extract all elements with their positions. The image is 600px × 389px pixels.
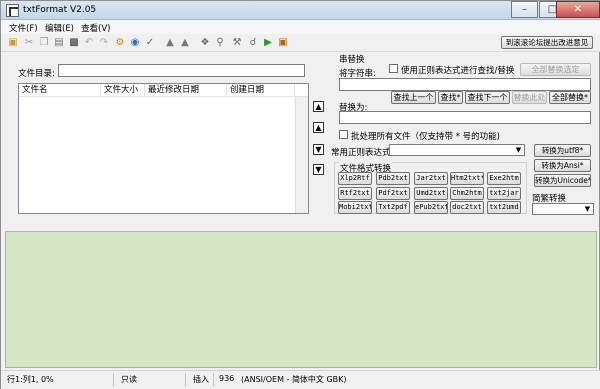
output-text-area[interactable] — [5, 231, 597, 368]
fmt-chm2htm-button[interactable]: Chm2htm — [450, 187, 484, 200]
tool-icon[interactable]: ❖ — [199, 37, 211, 49]
file-list[interactable]: 文件名 文件大小 最近修改日期 创建日期 — [18, 83, 309, 214]
run-icon[interactable]: ▶ — [262, 37, 274, 49]
simp-trad-select[interactable]: ▼ — [532, 203, 594, 215]
move-up-button[interactable]: ▲ — [313, 122, 324, 133]
replace-group-label: 串替换 — [339, 55, 365, 65]
replace-input[interactable] — [339, 111, 591, 124]
col-modified[interactable]: 最近修改日期 — [145, 84, 227, 97]
regex-common-label: 常用正则表达式 — [331, 148, 391, 158]
menu-edit[interactable]: 编辑(E) — [45, 22, 74, 34]
fmt-txt2pdf-button[interactable]: Txt2pdf — [376, 201, 410, 214]
status-separator — [213, 373, 214, 387]
status-position: 行1:列1, 0% — [7, 375, 54, 384]
file-list-header: 文件名 文件大小 最近修改日期 创建日期 — [19, 84, 308, 97]
batch-checkbox[interactable] — [339, 130, 348, 139]
title-bar: txtFormat V2.05 – □ ✕ — [1, 1, 600, 20]
regex-check-label: 使用正则表达式进行查找/替换 — [401, 66, 515, 76]
chevron-down-icon: ▼ — [515, 146, 522, 154]
fmt-jar2txt-button[interactable]: Jar2txt — [414, 172, 448, 185]
checkmark-icon[interactable]: ✓ — [144, 37, 156, 49]
fmt-umd2txt-button[interactable]: Umd2txt — [414, 187, 448, 200]
redo-icon[interactable]: ↷ — [98, 37, 110, 49]
key-icon[interactable]: ⚲ — [214, 37, 226, 49]
wrench-icon[interactable]: ⚒ — [231, 37, 243, 49]
dir-input[interactable] — [58, 64, 305, 77]
replace-all-selected-button[interactable]: 全部替换选定 — [520, 63, 591, 76]
status-insert: 插入 — [193, 375, 209, 384]
fmt-mobi2txt-button[interactable]: Mobi2txt — [338, 201, 372, 214]
to-utf8-button[interactable]: 转换为utf8* — [534, 144, 591, 157]
fmt-rtf2txt-button[interactable]: Rtf2txt — [338, 187, 372, 200]
move-down-button[interactable]: ▼ — [313, 144, 324, 155]
status-separator — [185, 373, 186, 387]
replace-here-button[interactable]: 替换此处 — [512, 91, 547, 104]
move-top-button[interactable]: ▲ — [313, 101, 324, 112]
menu-view[interactable]: 查看(V) — [81, 22, 110, 34]
cut-icon[interactable]: ✂ — [23, 37, 35, 49]
to-unicode-button[interactable]: 转换为Unicode* — [534, 174, 591, 187]
minimize-button[interactable]: – — [511, 1, 538, 18]
chevron-down-icon: ▼ — [584, 205, 591, 213]
regex-common-select[interactable]: ▼ — [389, 144, 525, 156]
forum-button[interactable]: 到滚滚论坛提出改进意见 — [501, 36, 593, 49]
to-ansi-button[interactable]: 转换为Ansi* — [534, 159, 591, 172]
find-input[interactable] — [339, 78, 591, 91]
status-count: 936 — [219, 374, 235, 383]
stamp2-icon[interactable]: ▲ — [179, 37, 191, 49]
status-separator — [113, 373, 114, 387]
col-created[interactable]: 创建日期 — [227, 84, 295, 97]
web-icon[interactable]: ◉ — [129, 37, 141, 49]
regex-checkbox[interactable] — [389, 64, 398, 73]
image-icon[interactable]: ▣ — [277, 37, 289, 49]
paste-icon[interactable]: ▤ — [53, 37, 65, 49]
close-button[interactable]: ✕ — [556, 1, 600, 18]
app-icon — [6, 4, 19, 17]
settings-icon[interactable]: ⚙ — [114, 37, 126, 49]
file-list-scrollbar[interactable] — [295, 97, 308, 213]
find-prev-button[interactable]: 查找上一个 — [391, 91, 436, 104]
fmt-xlp2rtf-button[interactable]: Xlp2Rtf — [338, 172, 372, 185]
fmt-txt2umd-button[interactable]: txt2umd — [487, 201, 521, 214]
replace-all-button[interactable]: 全部替换* — [549, 91, 591, 104]
fmt-doc2txt-button[interactable]: doc2txt — [450, 201, 484, 214]
move-bottom-button[interactable]: ▼ — [313, 164, 324, 175]
fmt-exe2htm-button[interactable]: Exe2htm — [487, 172, 521, 185]
status-encoding: (ANSI/OEM - 简体中文 GBK) — [241, 375, 347, 384]
find-icon[interactable]: ☌ — [247, 37, 259, 49]
stamp-icon[interactable]: ▲ — [164, 37, 176, 49]
find-next-button[interactable]: 查找下一个 — [465, 91, 510, 104]
col-filesize[interactable]: 文件大小 — [101, 84, 145, 97]
find-star-button[interactable]: 查找* — [438, 91, 463, 104]
fmt-txt2jar-button[interactable]: txt2jar — [487, 187, 521, 200]
col-filename[interactable]: 文件名 — [19, 84, 101, 97]
copy-icon[interactable]: ❐ — [38, 37, 50, 49]
dir-label: 文件目录: — [18, 69, 55, 79]
fmt-epub2txt-button[interactable]: ePub2txt — [414, 201, 448, 214]
menu-bar: 文件(F) 编辑(E) 查看(V) — [1, 20, 600, 34]
fmt-htm2txt-button[interactable]: Htm2txt* — [450, 172, 484, 185]
status-mode: 只读 — [121, 375, 137, 384]
menu-file[interactable]: 文件(F) — [9, 22, 38, 34]
status-bar: 行1:列1, 0% 只读 插入 936 (ANSI/OEM - 简体中文 GBK… — [1, 370, 600, 389]
window-title: txtFormat V2.05 — [23, 5, 97, 15]
open-icon[interactable]: ▣ — [7, 37, 19, 49]
toolbar: ▣ ✂ ❐ ▤ ▩ ↶ ↷ ⚙ ◉ ✓ ▲ ▲ ❖ ⚲ ⚒ ☌ ▶ ▣ 到滚滚论… — [1, 34, 600, 52]
fmt-pdf2txt-button[interactable]: Pdf2txt — [376, 187, 410, 200]
fmt-pdb2txt-button[interactable]: Pdb2txt — [376, 172, 410, 185]
undo-icon[interactable]: ↶ — [83, 37, 95, 49]
save-icon[interactable]: ▩ — [68, 37, 80, 49]
app-window: txtFormat V2.05 – □ ✕ 文件(F) 编辑(E) 查看(V) … — [0, 0, 600, 389]
batch-label: 批处理所有文件（仅支持带 * 号的功能) — [351, 132, 500, 142]
